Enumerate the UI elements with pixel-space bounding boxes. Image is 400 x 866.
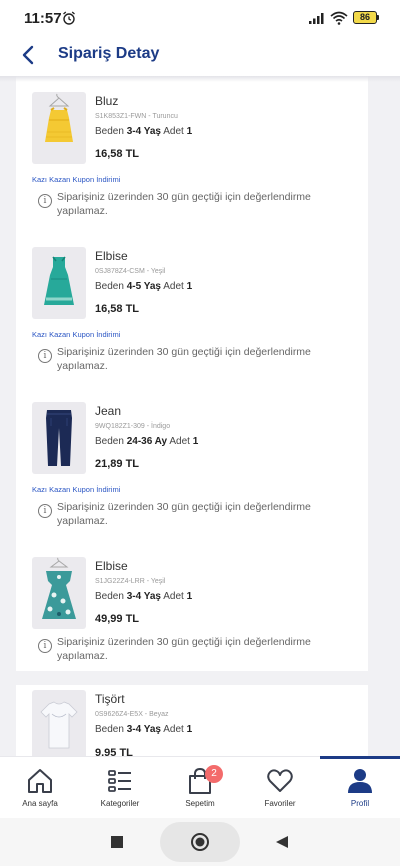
- review-unavailable-note: Siparişiniz üzerinden 30 gün geçtiği içi…: [57, 501, 311, 527]
- info-icon: i: [38, 194, 52, 208]
- status-bar: 11:57 86: [0, 0, 400, 36]
- product-size-qty: Beden 3-4 Yaş Adet 1: [95, 724, 192, 735]
- product-name[interactable]: Elbise: [95, 249, 128, 263]
- signal-icon: [309, 13, 324, 24]
- order-item-card: Tişört 0S9626Z4-E5X - Beyaz Beden 3-4 Ya…: [16, 685, 368, 756]
- product-size-qty: Beden 4-5 Yaş Adet 1: [95, 281, 192, 292]
- product-code: 0S9626Z4-E5X - Beyaz: [95, 711, 169, 718]
- home-circle-icon: [191, 833, 209, 851]
- order-item-card: Jean 9WQ182Z1-309 - İndigo Beden 24-36 A…: [16, 386, 368, 541]
- order-item-card: Elbise 0SJ878Z4-CSM - Yeşil Beden 4-5 Ya…: [16, 231, 368, 386]
- product-image-blouse[interactable]: [32, 92, 86, 164]
- review-unavailable-note: Siparişiniz üzerinden 30 gün geçtiği içi…: [57, 346, 311, 372]
- qty-label: Adet: [163, 591, 184, 602]
- nav-profile[interactable]: Profil: [320, 757, 400, 819]
- app-header: Sipariş Detay: [0, 36, 400, 76]
- size-value: 3-4 Yaş: [126, 724, 161, 735]
- product-name[interactable]: Jean: [95, 404, 121, 418]
- size-label: Beden: [95, 281, 124, 292]
- product-code: S1K853Z1-FWN - Turuncu: [95, 113, 178, 120]
- qty-label: Adet: [163, 281, 184, 292]
- qty-label: Adet: [163, 126, 184, 137]
- nav-home-label: Ana sayfa: [22, 799, 58, 808]
- nav-profile-label: Profil: [350, 799, 370, 808]
- product-size-qty: Beden 24-36 Ay Adet 1: [95, 436, 198, 447]
- nav-favorites-label: Favoriler: [264, 799, 296, 808]
- nav-cart-label: Sepetim: [185, 799, 215, 808]
- product-price: 16,58 TL: [95, 148, 140, 160]
- product-size-qty: Beden 3-4 Yaş Adet 1: [95, 126, 192, 137]
- nav-categories[interactable]: Kategoriler: [80, 757, 160, 819]
- product-name[interactable]: Elbise: [95, 559, 128, 573]
- home-icon: [28, 769, 52, 793]
- product-image-jeans[interactable]: [32, 402, 86, 474]
- info-icon: i: [38, 504, 52, 518]
- product-code: S1JG22Z4-LRR - Yeşil: [95, 578, 166, 585]
- qty-value: 1: [186, 281, 193, 292]
- qty-value: 1: [186, 724, 193, 735]
- product-name[interactable]: Bluz: [95, 94, 118, 108]
- coupon-discount-label: Kazı Kazan Kupon İndirimi: [32, 175, 121, 184]
- size-label: Beden: [95, 436, 124, 447]
- back-triangle-icon[interactable]: [275, 835, 289, 849]
- categories-list-icon: [108, 770, 131, 792]
- recents-square-icon[interactable]: [110, 835, 124, 849]
- cart-count-badge: 2: [205, 765, 223, 783]
- order-item-card: Bluz S1K853Z1-FWN - Turuncu Beden 3-4 Ya…: [16, 76, 368, 231]
- user-icon: [348, 769, 372, 793]
- home-button[interactable]: [160, 822, 240, 862]
- back-arrow-icon[interactable]: [17, 43, 41, 67]
- product-image-dress[interactable]: [32, 247, 86, 319]
- coupon-discount-label: Kazı Kazan Kupon İndirimi: [32, 485, 121, 494]
- product-price: 16,58 TL: [95, 303, 140, 315]
- product-price: 21,89 TL: [95, 458, 140, 470]
- review-unavailable-note: Siparişiniz üzerinden 30 gün geçtiği içi…: [57, 191, 311, 217]
- product-image-floral-dress[interactable]: [32, 557, 86, 629]
- status-time: 11:57: [24, 10, 62, 27]
- alarm-icon: [63, 11, 75, 25]
- nav-favorites[interactable]: Favoriler: [240, 757, 320, 819]
- qty-value: 1: [186, 591, 193, 602]
- qty-label: Adet: [163, 724, 184, 735]
- system-nav-bar: [0, 818, 400, 866]
- size-value: 24-36 Ay: [126, 436, 168, 447]
- size-label: Beden: [95, 591, 124, 602]
- info-icon: i: [38, 639, 52, 653]
- size-value: 3-4 Yaş: [126, 126, 161, 137]
- qty-value: 1: [192, 436, 199, 447]
- qty-label: Adet: [169, 436, 190, 447]
- header-shadow: [0, 76, 400, 82]
- active-tab-indicator: [320, 756, 400, 759]
- size-value: 4-5 Yaş: [126, 281, 161, 292]
- size-label: Beden: [95, 126, 124, 137]
- product-price: 49,99 TL: [95, 613, 140, 625]
- product-image-tshirt[interactable]: [32, 690, 86, 756]
- order-items-list[interactable]: Bluz S1K853Z1-FWN - Turuncu Beden 3-4 Ya…: [0, 76, 400, 756]
- info-icon: i: [38, 349, 52, 363]
- qty-value: 1: [186, 126, 193, 137]
- battery-tip: [377, 15, 379, 20]
- product-price: 9,95 TL: [95, 747, 133, 756]
- size-label: Beden: [95, 724, 124, 735]
- product-size-qty: Beden 3-4 Yaş Adet 1: [95, 591, 192, 602]
- bottom-nav: Ana sayfa Kategoriler 2 Sepetim Favorile…: [0, 756, 400, 818]
- nav-categories-label: Kategoriler: [100, 799, 140, 808]
- coupon-discount-label: Kazı Kazan Kupon İndirimi: [32, 330, 121, 339]
- product-code: 9WQ182Z1-309 - İndigo: [95, 423, 171, 430]
- heart-icon: [267, 769, 293, 792]
- page-title: Sipariş Detay: [58, 45, 160, 62]
- nav-cart[interactable]: 2 Sepetim: [160, 757, 240, 819]
- nav-home[interactable]: Ana sayfa: [0, 757, 80, 819]
- review-unavailable-note: Siparişiniz üzerinden 30 gün geçtiği içi…: [57, 636, 311, 662]
- product-code: 0SJ878Z4-CSM - Yeşil: [95, 268, 166, 275]
- battery-indicator: 86: [353, 11, 377, 24]
- order-item-card: Elbise S1JG22Z4-LRR - Yeşil Beden 3-4 Ya…: [16, 541, 368, 671]
- product-name[interactable]: Tişört: [95, 692, 125, 706]
- wifi-icon: [330, 11, 348, 25]
- size-value: 3-4 Yaş: [126, 591, 161, 602]
